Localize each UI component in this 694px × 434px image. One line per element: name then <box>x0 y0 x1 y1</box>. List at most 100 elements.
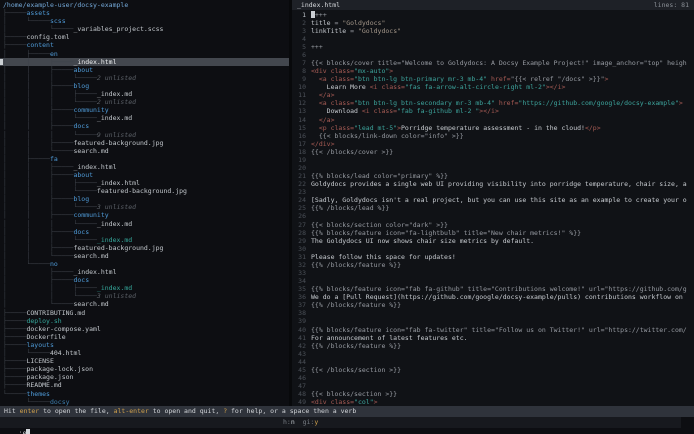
code-segment: > <box>679 99 683 107</box>
tree-row[interactable]: │ │ │ ├─────_index.md <box>0 90 289 98</box>
preview-line: 16 {{< blocks/link-down color="info" >}} <box>292 132 694 140</box>
preview-line: 24[Sadly, Goldydocs isn't a real project… <box>292 196 694 204</box>
line-number: 13 <box>292 107 306 115</box>
preview-line: 31Please follow this space for updates! <box>292 253 694 261</box>
tree-row[interactable]: ├─────Dockerfile <box>0 333 289 341</box>
tree-file-name: _index.md <box>97 220 132 228</box>
tree-row[interactable]: │ └─────search.md <box>0 300 289 308</box>
tree-branch: │ │ ├───── <box>3 211 73 219</box>
preview-line: 17</div> <box>292 140 694 148</box>
line-number: 49 <box>292 398 306 406</box>
preview-line: 35{{% blocks/feature icon="fab fa-github… <box>292 285 694 293</box>
tree-row[interactable]: ├─────docker-compose.yaml <box>0 325 289 333</box>
code-segment: {{% blocks/feature icon="fab fa-github" … <box>311 285 687 293</box>
tree-branch: │ │ ├───── <box>3 228 73 236</box>
command-input[interactable]: :e h:n gi:y <box>0 417 681 428</box>
tree-file-name: _index.html <box>73 268 116 276</box>
status-text: for help, or a space then a verb <box>227 407 356 415</box>
tree-dir-name: themes <box>26 390 49 398</box>
code-segment: > <box>374 398 378 406</box>
preview-line: 12 <a class="btn btn-lg btn-secondary mr… <box>292 99 694 107</box>
preview-line: 5+++ <box>292 43 694 51</box>
tree-row[interactable]: │ │ ├─────featured-background.jpg <box>0 139 289 147</box>
line-number: 5 <box>292 43 306 51</box>
tree-row[interactable]: │ │ │ └─────2 unlisted <box>0 74 289 82</box>
line-number: 27 <box>292 221 306 229</box>
tree-row[interactable]: ├─────assets <box>0 9 289 17</box>
tree-row[interactable]: ├─────layouts <box>0 341 289 349</box>
tree-dir-name: about <box>73 171 93 179</box>
tree-row[interactable]: ├─────LICENSE <box>0 357 289 365</box>
tree-row[interactable]: └─────themes <box>0 390 289 398</box>
line-number: 14 <box>292 116 306 124</box>
selection-marker <box>0 59 3 65</box>
tree-branch: ├───── <box>3 309 26 317</box>
tree-file-name: featured-background.jpg <box>97 187 187 195</box>
tree-row[interactable]: /home/example-user/docsy-example <box>0 1 289 9</box>
tree-branch: └───── <box>3 390 26 398</box>
tree-branch: │ │ ├───── <box>3 58 73 66</box>
tree-branch: ├───── <box>3 9 26 17</box>
preview-line: 39 <box>292 317 694 325</box>
tree-dir-name: about <box>73 66 93 74</box>
tree-row[interactable]: │ │ └─────search.md <box>0 252 289 260</box>
line-number: 43 <box>292 350 306 358</box>
tree-file-name: _index.md <box>97 236 132 244</box>
preview-line: 45{{< /blocks/section >}} <box>292 366 694 374</box>
tree-row[interactable]: └─────docsy <box>0 398 289 406</box>
command-prompt-text: :e <box>19 429 27 434</box>
code-segment: {{% blocks/feature icon="fab fa-twitter"… <box>311 326 687 334</box>
tree-row[interactable]: │ │ ├─────about <box>0 171 289 179</box>
tree-row[interactable]: │ ├─────_index.html <box>0 268 289 276</box>
tree-row[interactable]: │ │ └─────search.md <box>0 147 289 155</box>
tree-row[interactable]: │ │ ├─────about <box>0 66 289 74</box>
line-number: 19 <box>292 156 306 164</box>
tree-row[interactable]: │ │ │ └─────_index.md <box>0 236 289 244</box>
preview-line: 47 <box>292 382 694 390</box>
tree-row[interactable]: │ └─────no <box>0 260 289 268</box>
tree-row[interactable]: │ │ │ └─────2 unlisted <box>0 98 289 106</box>
tree-file-name: _index.html <box>97 179 140 187</box>
tree-branch: │ ├───── <box>3 50 50 58</box>
preview-line: 49<div class="col"> <box>292 398 694 406</box>
tree-file-name: featured-background.jpg <box>73 139 163 147</box>
tree-row[interactable]: │ │ │ └─────_index.md <box>0 220 289 228</box>
preview-line: 48{{< blocks/section >}} <box>292 390 694 398</box>
tree-row[interactable]: ├─────README.md <box>0 381 289 389</box>
tree-branch: ├───── <box>3 317 26 325</box>
tree-row[interactable]: │ │ ├─────docs <box>0 122 289 130</box>
line-number: 41 <box>292 334 306 342</box>
code-segment: {{% /blocks/feature %}} <box>311 342 401 350</box>
preview-line: 7{{< blocks/cover title="Welcome to Gold… <box>292 59 694 67</box>
tree-row[interactable]: │ │ ├─────_index.html <box>0 163 289 171</box>
tree-row[interactable]: │ │ ├─────featured-background.jpg <box>0 244 289 252</box>
tree-row[interactable]: │ │ ├─────community <box>0 211 289 219</box>
line-number: 6 <box>292 51 306 59</box>
tree-row[interactable]: │ ├─────en <box>0 50 289 58</box>
line-number: 9 <box>292 75 306 83</box>
preview-line: 13 Download <i class="fab fa-github ml-2… <box>292 107 694 115</box>
tree-row[interactable]: │ │ ├─────blog <box>0 82 289 90</box>
line-number: 2 <box>292 19 306 27</box>
tree-branch: │ │ │ └───── <box>3 220 97 228</box>
tree-row[interactable]: ├─────CONTRIBUTING.md <box>0 309 289 317</box>
tree-file-name: 404.html <box>50 349 81 357</box>
tree-row-selected[interactable]: │ │ ├─────_index.html <box>0 58 289 66</box>
preview-line: 1+++ <box>292 11 694 19</box>
tree-row[interactable]: ├─────content <box>0 41 289 49</box>
preview-line: 10 Learn More <i class="fas fa-arrow-alt… <box>292 83 694 91</box>
tree-row[interactable]: │ └─────404.html <box>0 349 289 357</box>
tree-file-name: docsy <box>50 398 70 406</box>
code-segment: </a> <box>311 91 334 99</box>
tree-branch: ├───── <box>3 325 26 333</box>
tree-row[interactable]: │ │ ├─────docs <box>0 228 289 236</box>
tree-branch: │ └───── <box>3 349 50 357</box>
tree-row[interactable]: ├─────deploy.sh <box>0 317 289 325</box>
tree-row[interactable]: │ │ │ ├─────_index.html <box>0 179 289 187</box>
tree-dir-name: content <box>26 41 53 49</box>
code-segment: {{% /blocks/feature %}} <box>311 261 401 269</box>
tree-row[interactable]: │ ├─────fa <box>0 155 289 163</box>
code-segment: title <box>311 19 334 27</box>
tree-row[interactable]: │ │ │ └─────9 unlisted <box>0 131 289 139</box>
tree-branch: │ │ ├───── <box>3 171 73 179</box>
